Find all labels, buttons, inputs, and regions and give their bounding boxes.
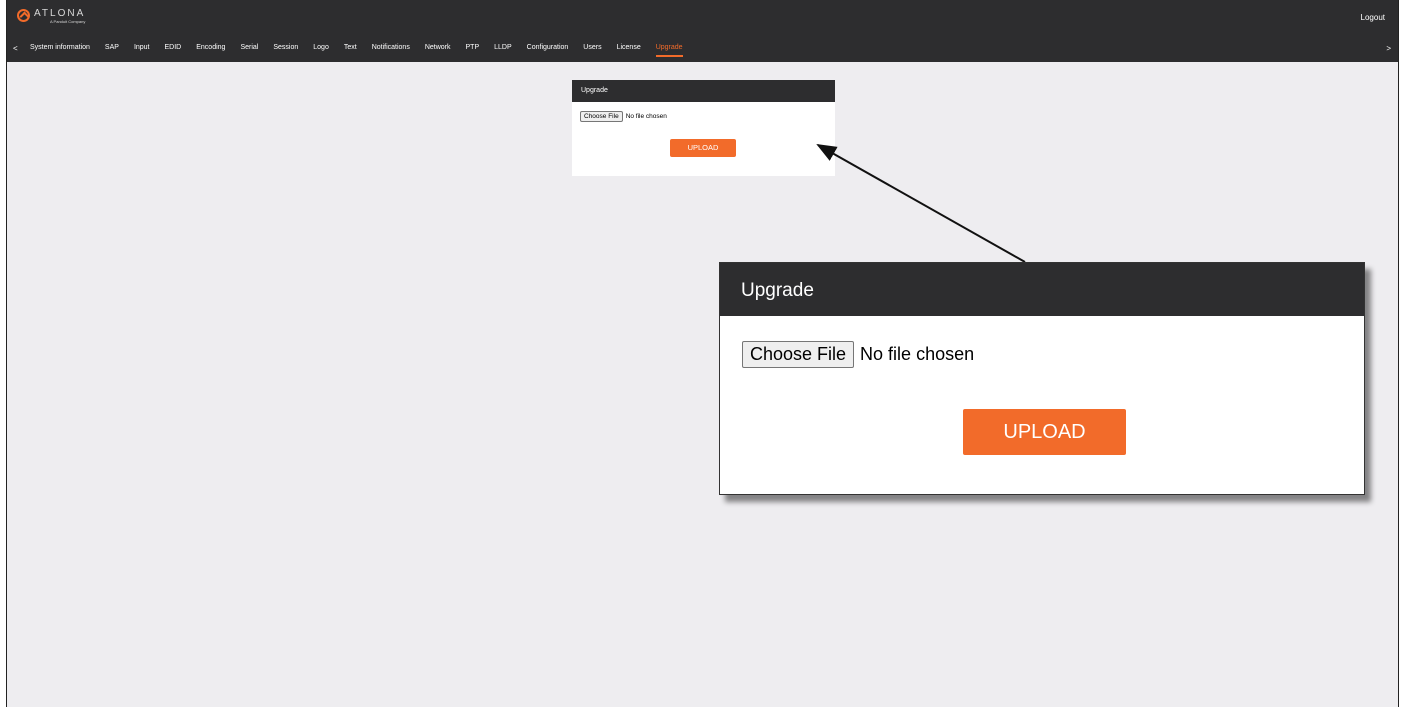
- tab-serial[interactable]: Serial: [240, 44, 258, 55]
- tab-ptp[interactable]: PTP: [466, 44, 480, 55]
- upgrade-callout-panel: Upgrade Choose File No file chosen UPLOA…: [719, 262, 1365, 495]
- choose-file-button[interactable]: Choose File: [580, 111, 623, 122]
- top-bar: ATLONA A Panduit Company Logout < System…: [7, 0, 1398, 62]
- file-status-text: No file chosen: [625, 113, 667, 120]
- tab-users[interactable]: Users: [583, 44, 601, 55]
- tab-network[interactable]: Network: [425, 44, 451, 55]
- upgrade-panel-title: Upgrade: [572, 80, 835, 102]
- nav-tabs: System information SAP Input EDID Encoding Se…: [30, 44, 698, 57]
- callout-upload-button[interactable]: UPLOAD: [963, 409, 1126, 455]
- logo-subtext: A Panduit Company: [50, 19, 86, 24]
- tab-edid[interactable]: EDID: [165, 44, 182, 55]
- tab-input[interactable]: Input: [134, 44, 150, 55]
- nav-next-arrow[interactable]: >: [1386, 44, 1391, 53]
- callout-file-status-text: No file chosen: [860, 344, 975, 364]
- nav-prev-arrow[interactable]: <: [13, 44, 18, 53]
- tab-system-information[interactable]: System information: [30, 44, 90, 55]
- tab-configuration[interactable]: Configuration: [527, 44, 569, 55]
- upload-button[interactable]: UPLOAD: [670, 139, 736, 157]
- callout-file-input-row: Choose File No file chosen: [742, 341, 974, 368]
- tab-upgrade[interactable]: Upgrade: [655, 44, 683, 57]
- tab-license[interactable]: License: [617, 44, 641, 55]
- callout-choose-file-button[interactable]: Choose File: [742, 341, 855, 368]
- logout-link[interactable]: Logout: [1361, 13, 1385, 22]
- atlona-logo-icon: [17, 9, 30, 22]
- tab-sap[interactable]: SAP: [105, 44, 119, 55]
- tab-logo[interactable]: Logo: [313, 44, 329, 55]
- upgrade-panel: Upgrade Choose File No file chosen UPLOA…: [572, 80, 835, 176]
- main-nav: < System information SAP Input EDID Encoding…: [7, 44, 1398, 62]
- tab-text[interactable]: Text: [344, 44, 357, 55]
- tab-lldp[interactable]: LLDP: [494, 44, 512, 55]
- logo-wordmark: ATLONA: [34, 8, 86, 19]
- tab-notifications[interactable]: Notifications: [372, 44, 410, 55]
- callout-panel-title: Upgrade: [720, 263, 1364, 316]
- atlona-logo: ATLONA A Panduit Company: [17, 9, 85, 27]
- tab-session[interactable]: Session: [273, 44, 298, 55]
- file-input-row: Choose File No file chosen: [580, 111, 667, 122]
- tab-encoding[interactable]: Encoding: [196, 44, 225, 55]
